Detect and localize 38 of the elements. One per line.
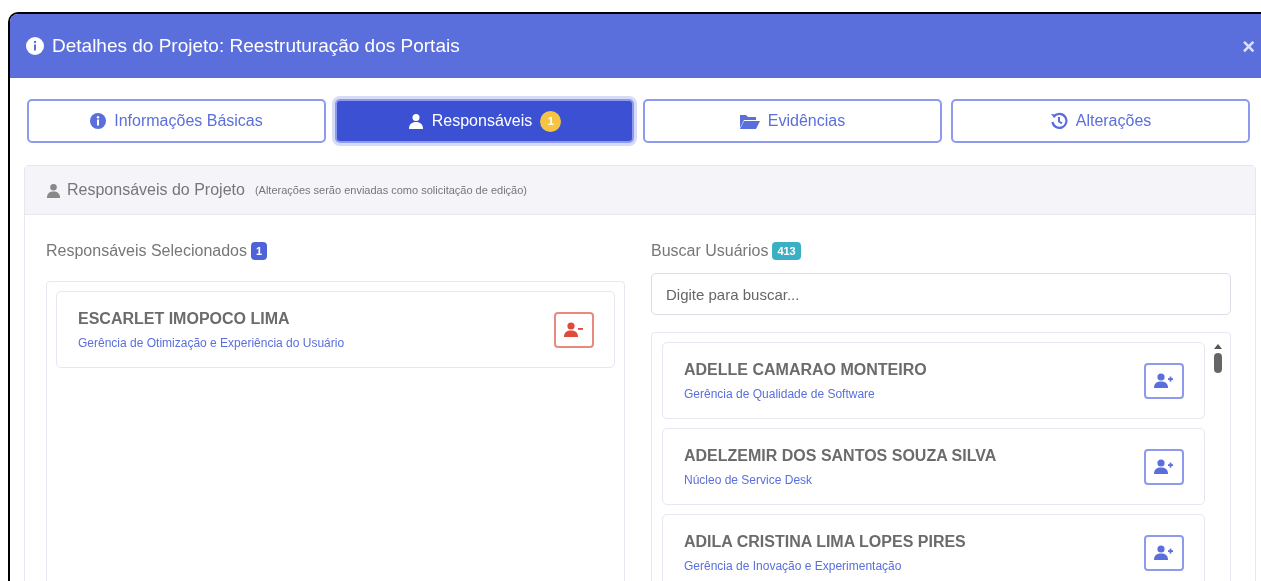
person-name: ADILA CRISTINA LIMA LOPES PIRES xyxy=(684,532,967,552)
section-title: Responsáveis do Projeto xyxy=(67,180,245,200)
count-badge: 1 xyxy=(540,110,562,132)
person-unit: Núcleo de Service Desk xyxy=(684,472,814,489)
person-name: ADELLE CAMARAO MONTEIRO xyxy=(684,360,928,380)
panel-title: Responsáveis Selecionados xyxy=(46,241,247,261)
user-minus-icon xyxy=(564,322,584,337)
info-icon xyxy=(90,113,107,129)
add-user-button[interactable] xyxy=(1144,534,1184,571)
add-user-button[interactable] xyxy=(1144,448,1184,485)
person-unit: Gerência de Qualidade de Software xyxy=(684,386,876,403)
user-icon xyxy=(46,182,61,198)
count-badge: 413 xyxy=(772,241,801,261)
tab[interactable]: Responsáveis 1 xyxy=(335,99,634,143)
person-name: ADELZEMIR DOS SANTOS SOUZA SILVA xyxy=(684,446,998,466)
close-button[interactable]: × xyxy=(1240,29,1257,63)
history-icon xyxy=(1049,112,1068,130)
user-plus-icon xyxy=(1154,459,1174,474)
search-field[interactable]: Digite para buscar... xyxy=(651,273,1231,315)
user-icon xyxy=(407,113,424,129)
person-unit: Gerência de Inovação e Experimentação xyxy=(684,558,903,575)
dialog-title: Detalhes do Projeto: Reestruturação dos Portais xyxy=(52,33,460,58)
scroll-up-icon[interactable] xyxy=(1214,344,1222,349)
folder-icon xyxy=(739,113,760,129)
count-badge: 1 xyxy=(251,241,268,261)
remove-user-button[interactable] xyxy=(554,311,594,348)
person-unit: Gerência de Otimização e Experiência do Usuário xyxy=(78,335,346,352)
section-note: (Alterações serão enviadas como solicitação de edição) xyxy=(254,182,527,198)
tab[interactable]: Alterações xyxy=(951,99,1250,143)
tab[interactable]: Informações Básicas xyxy=(27,99,326,143)
person-name: ESCARLET IMOPOCO LIMA xyxy=(78,309,291,329)
tab[interactable]: Evidências xyxy=(643,99,942,143)
user-plus-icon xyxy=(1154,373,1174,388)
scroll-thumb[interactable] xyxy=(1214,353,1222,373)
info-icon xyxy=(26,37,44,55)
panel-title: Buscar Usuários xyxy=(651,241,769,261)
user-plus-icon xyxy=(1154,545,1174,560)
add-user-button[interactable] xyxy=(1144,362,1184,399)
